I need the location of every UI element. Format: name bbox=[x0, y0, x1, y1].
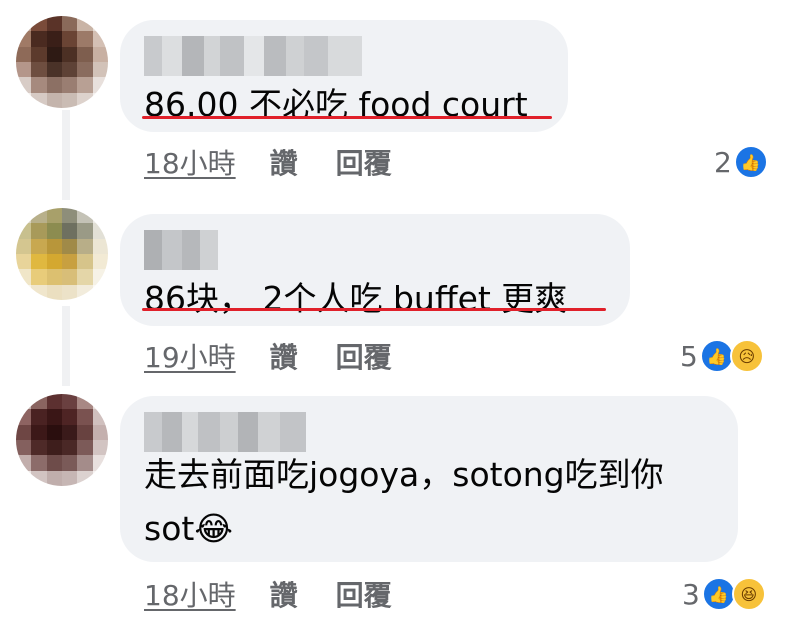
author-name-blurred[interactable] bbox=[144, 412, 306, 452]
comment-text-line: 走去前面吃jogoya，sotong吃到你 bbox=[144, 455, 664, 494]
reply-button[interactable]: 回覆 bbox=[336, 142, 392, 182]
like-icon: 👍 bbox=[701, 577, 736, 611]
comment-meta: 18小時 讚 回覆 bbox=[144, 574, 430, 614]
avatar[interactable] bbox=[16, 394, 108, 486]
avatar[interactable] bbox=[16, 208, 108, 300]
reaction-count: 3 bbox=[682, 577, 700, 611]
sad-icon: 😥 bbox=[729, 339, 764, 373]
comment: 86块， 2个人吃 buffet 更爽 19小時 讚 回覆 5 👍 😥 bbox=[0, 196, 800, 392]
reaction-summary[interactable]: 3 👍 😆 bbox=[682, 574, 766, 614]
author-name-blurred[interactable] bbox=[144, 230, 218, 270]
comment-bubble: 86.00 不必吃 food court bbox=[120, 20, 568, 132]
like-button[interactable]: 讚 bbox=[270, 574, 298, 614]
highlight-underline bbox=[142, 116, 552, 119]
comment-bubble: 86块， 2个人吃 buffet 更爽 bbox=[120, 214, 630, 326]
timestamp-link[interactable]: 19小時 bbox=[144, 336, 236, 376]
avatar[interactable] bbox=[16, 16, 108, 108]
reply-button[interactable]: 回覆 bbox=[336, 336, 392, 376]
like-icon: 👍 bbox=[699, 339, 734, 373]
reaction-summary[interactable]: 2 👍 bbox=[714, 142, 768, 182]
reaction-summary[interactable]: 5 👍 😥 bbox=[680, 336, 764, 376]
like-icon: 👍 bbox=[733, 145, 768, 179]
comment-text: 86.00 不必吃 food court bbox=[144, 85, 528, 124]
comment-text: 86块， 2个人吃 buffet 更爽 bbox=[144, 279, 568, 318]
comment-meta: 19小時 讚 回覆 bbox=[144, 336, 430, 376]
comment-meta: 18小時 讚 回覆 bbox=[144, 142, 430, 182]
reply-button[interactable]: 回覆 bbox=[336, 574, 392, 614]
like-button[interactable]: 讚 bbox=[270, 336, 298, 376]
like-button[interactable]: 讚 bbox=[270, 142, 298, 182]
reaction-count: 2 bbox=[714, 145, 732, 179]
haha-icon: 😆 bbox=[731, 577, 766, 611]
comment-text-line: sot😂 bbox=[144, 509, 233, 548]
highlight-underline bbox=[142, 308, 606, 311]
comment: 走去前面吃jogoya，sotong吃到你 sot😂 18小時 讚 回覆 3 👍… bbox=[0, 388, 800, 622]
timestamp-link[interactable]: 18小時 bbox=[144, 142, 236, 182]
comment-bubble: 走去前面吃jogoya，sotong吃到你 sot😂 bbox=[120, 396, 738, 562]
comment-text: 走去前面吃jogoya，sotong吃到你 sot😂 bbox=[144, 452, 704, 552]
author-name-blurred[interactable] bbox=[144, 36, 362, 76]
reaction-count: 5 bbox=[680, 339, 698, 373]
comment: 86.00 不必吃 food court 18小時 讚 回覆 2 👍 bbox=[0, 0, 800, 200]
timestamp-link[interactable]: 18小時 bbox=[144, 574, 236, 614]
